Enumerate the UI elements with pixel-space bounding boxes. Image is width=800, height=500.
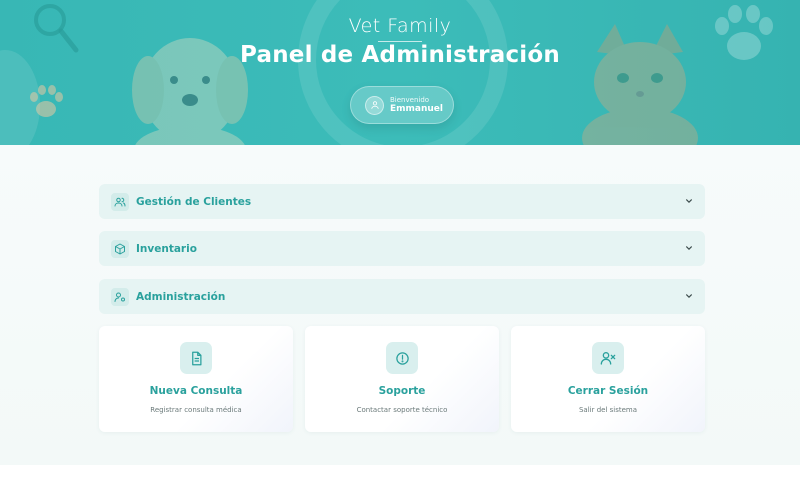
main-content: Gestión de Clientes Inventario Administr… bbox=[0, 145, 800, 465]
accordion-inventario[interactable]: Inventario bbox=[99, 231, 705, 266]
page-title: Panel de Administración bbox=[240, 42, 560, 68]
card-subtitle: Salir del sistema bbox=[578, 406, 638, 414]
header-banner: Vet Family Panel de Administración Bienv… bbox=[0, 0, 800, 145]
chevron-down-icon[interactable] bbox=[685, 292, 693, 300]
accordion-label: Inventario bbox=[136, 242, 197, 255]
chevron-down-icon[interactable] bbox=[685, 244, 693, 252]
user-settings-icon bbox=[111, 287, 129, 306]
alert-circle-icon bbox=[386, 342, 418, 374]
paw-icon bbox=[30, 85, 63, 117]
card-nueva-consulta[interactable]: Nueva Consulta Registrar consulta médica bbox=[99, 326, 293, 432]
chevron-down-icon[interactable] bbox=[685, 197, 693, 205]
welcome-label: Bienvenido bbox=[390, 95, 430, 104]
card-cerrar-sesion[interactable]: Cerrar Sesión Salir del sistema bbox=[511, 326, 705, 432]
user-name: Emmanuel bbox=[390, 103, 443, 114]
accordion-label: Gestión de Clientes bbox=[136, 195, 252, 208]
accordion-label: Administración bbox=[136, 290, 226, 303]
card-title: Cerrar Sesión bbox=[567, 385, 649, 397]
accordion-clientes[interactable]: Gestión de Clientes bbox=[99, 184, 705, 219]
quick-actions: Nueva Consulta Registrar consulta médica… bbox=[99, 326, 705, 432]
user-x-icon bbox=[592, 342, 624, 374]
user-icon bbox=[365, 95, 384, 115]
card-title: Soporte bbox=[378, 385, 426, 397]
card-soporte[interactable]: Soporte Contactar soporte técnico bbox=[305, 326, 499, 432]
cat-image bbox=[582, 24, 698, 145]
user-welcome-badge[interactable]: Bienvenido Emmanuel bbox=[350, 86, 454, 124]
box-icon bbox=[111, 239, 129, 258]
document-icon bbox=[180, 342, 212, 374]
card-title: Nueva Consulta bbox=[149, 385, 243, 397]
card-subtitle: Contactar soporte técnico bbox=[356, 406, 448, 414]
users-icon bbox=[111, 192, 129, 211]
accordion-administracion[interactable]: Administración bbox=[99, 279, 705, 314]
card-subtitle: Registrar consulta médica bbox=[150, 406, 242, 414]
dog-image bbox=[132, 38, 248, 145]
brand-name: Vet Family bbox=[348, 15, 452, 37]
